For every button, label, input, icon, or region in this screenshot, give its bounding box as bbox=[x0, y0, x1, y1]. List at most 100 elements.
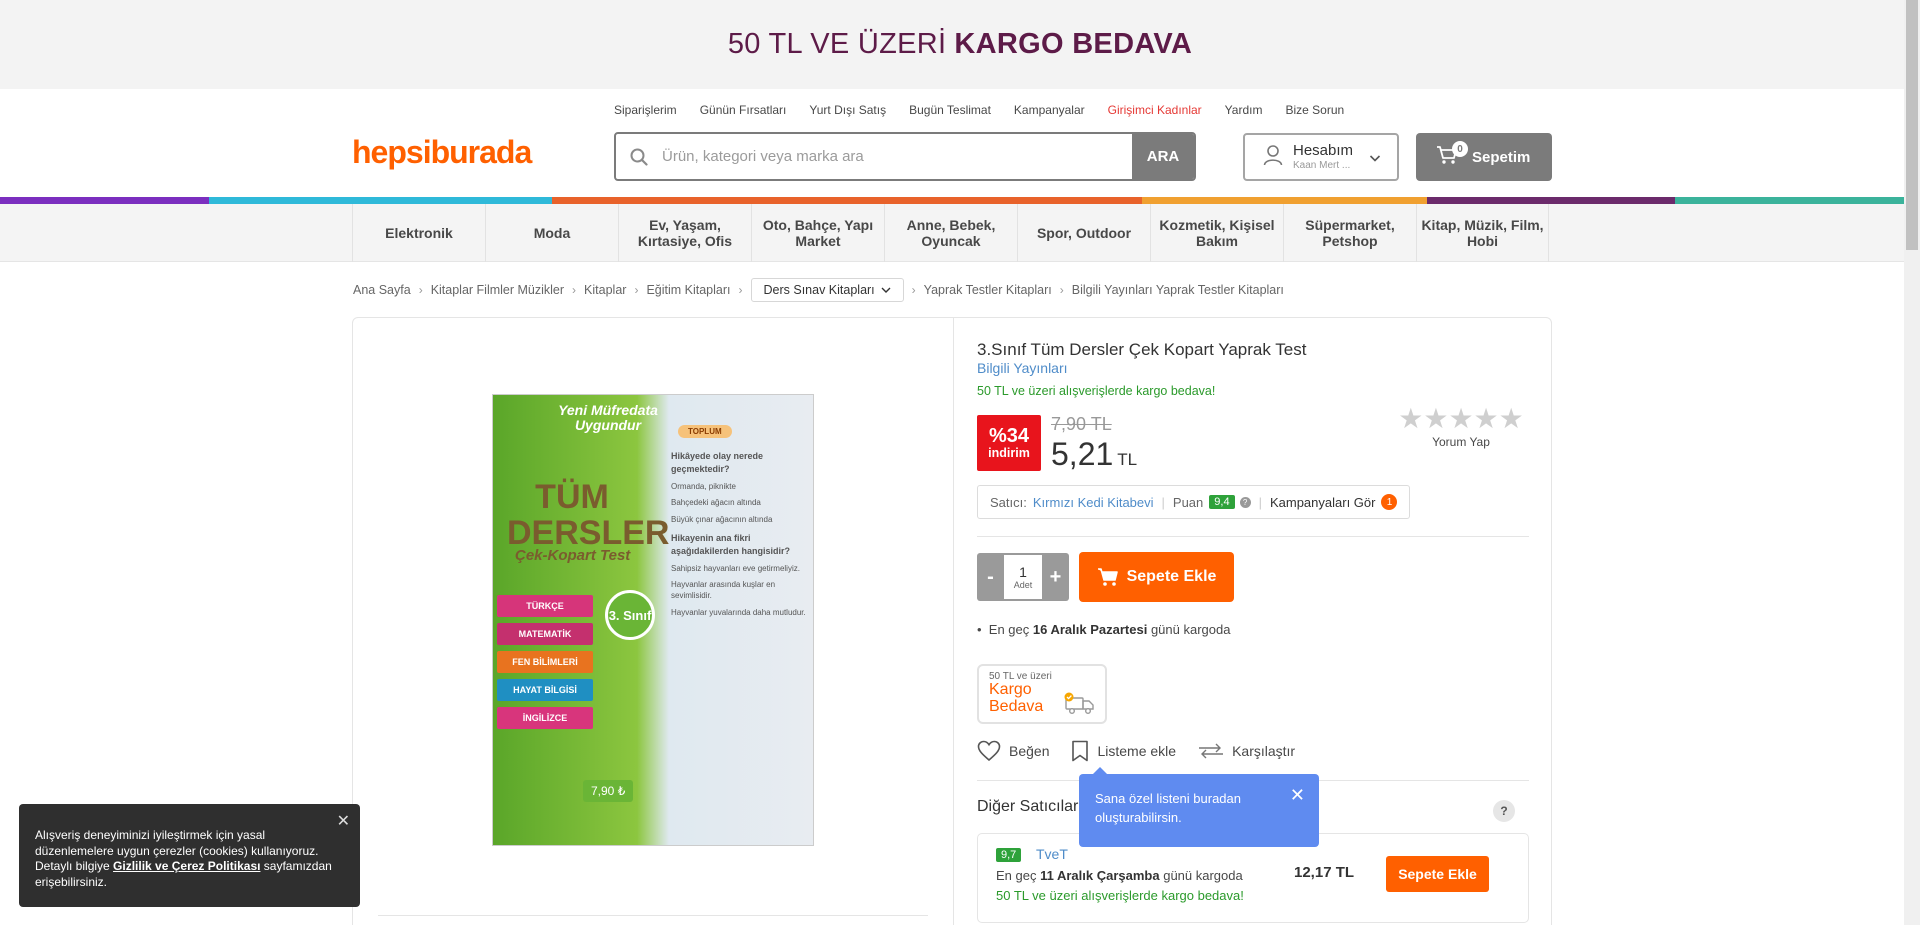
add-to-list-button[interactable]: Listeme ekle bbox=[1071, 740, 1176, 762]
scrollbar[interactable] bbox=[1904, 0, 1920, 925]
seller-label: Satıcı: bbox=[990, 494, 1027, 510]
scrollbar-thumb[interactable] bbox=[1906, 0, 1918, 250]
account-menu[interactable]: Hesabım Kaan Mert ... bbox=[1243, 133, 1399, 181]
privacy-policy-link[interactable]: Gizlilik ve Çerez Politikası bbox=[113, 859, 260, 873]
delivery-prefix: En geç bbox=[988, 622, 1030, 637]
book-line: Bahçedeki ağacın altında bbox=[671, 498, 761, 508]
offer-delivery: En geç 11 Aralık Çarşamba günü kargoda bbox=[996, 868, 1243, 883]
close-icon[interactable]: ✕ bbox=[1290, 786, 1305, 804]
stripe-segment bbox=[1427, 197, 1675, 204]
book-line: Hikayenin ana fikri aşağıdakilerden hang… bbox=[671, 532, 791, 556]
compare-arrows-icon bbox=[1199, 743, 1224, 759]
bookmark-icon bbox=[1072, 740, 1089, 762]
separator: | bbox=[1161, 494, 1165, 510]
breadcrumb-item[interactable]: Bilgili Yayınları Yaprak Testler Kitapla… bbox=[1072, 283, 1284, 297]
category-fashion[interactable]: Moda bbox=[485, 204, 618, 262]
close-icon[interactable]: ✕ bbox=[337, 812, 350, 833]
like-button[interactable]: Beğen bbox=[977, 740, 1049, 762]
top-link-campaigns[interactable]: Kampanyalar bbox=[1014, 103, 1085, 117]
breadcrumb-dropdown[interactable]: Ders Sınav Kitapları bbox=[750, 278, 904, 302]
category-home[interactable]: Ev, Yaşam, Kırtasiye, Ofis bbox=[618, 204, 751, 262]
help-icon[interactable]: ? bbox=[1493, 800, 1515, 822]
promo-banner[interactable]: 50 TL VE ÜZERİ KARGO BEDAVA bbox=[0, 0, 1920, 89]
quantity-decrease-button[interactable]: - bbox=[977, 566, 1004, 589]
seller-score-badge: 9,4 bbox=[1209, 495, 1235, 509]
help-icon[interactable]: ? bbox=[1239, 496, 1251, 508]
product-brand-link[interactable]: Bilgili Yayınları bbox=[977, 360, 1068, 376]
book-line: Hikâyede olay nerede geçmektedir? bbox=[671, 451, 764, 474]
book-subtitle: Çek-Kopart Test bbox=[515, 547, 631, 564]
site-logo[interactable]: hepsiburada bbox=[352, 134, 532, 171]
search-icon bbox=[616, 134, 662, 179]
divider bbox=[378, 915, 928, 916]
offer-price: 12,17 TL bbox=[1294, 864, 1355, 881]
book-tab: MATEMATİK bbox=[497, 623, 593, 645]
book-tab: TÜRKÇE bbox=[497, 595, 593, 617]
breadcrumb-item[interactable]: Yaprak Testler Kitapları bbox=[924, 283, 1052, 297]
review-link[interactable]: Yorum Yap bbox=[1393, 435, 1529, 449]
campaigns-link[interactable]: Kampanyaları Gör bbox=[1270, 495, 1376, 510]
cookie-banner: ✕ Alışveriş deneyiminizi iyileştirmek iç… bbox=[19, 804, 360, 907]
breadcrumb-dropdown-label: Ders Sınav Kitapları bbox=[763, 283, 875, 297]
star-rating-icons: ★★★★★ bbox=[1398, 403, 1524, 434]
chevron-right-icon: › bbox=[738, 283, 743, 297]
color-stripe bbox=[0, 197, 1920, 204]
delivery-suffix: günü kargoda bbox=[1163, 868, 1243, 883]
category-supermarket[interactable]: Süpermarket, Petshop bbox=[1283, 204, 1416, 262]
category-books-music[interactable]: Kitap, Müzik, Film, Hobi bbox=[1416, 204, 1549, 262]
category-sports[interactable]: Spor, Outdoor bbox=[1017, 204, 1150, 262]
cart-button[interactable]: 0 Sepetim bbox=[1416, 133, 1552, 181]
book-header-text: Yeni Müfredata Uygundur bbox=[558, 402, 658, 434]
delivery-date: 11 Aralık Çarşamba bbox=[1040, 868, 1160, 883]
add-to-list-label: Listeme ekle bbox=[1097, 743, 1177, 759]
cart-icon bbox=[1097, 568, 1118, 586]
top-link-help[interactable]: Yardım bbox=[1225, 103, 1263, 117]
product-title: 3.Sınıf Tüm Dersler Çek Kopart Yaprak Te… bbox=[977, 340, 1307, 359]
seller-name-link[interactable]: TveT bbox=[1036, 846, 1068, 862]
other-sellers-title: Diğer Satıcılar bbox=[977, 798, 1079, 815]
offer-free-shipping: 50 TL ve üzeri alışverişlerde kargo beda… bbox=[996, 888, 1244, 903]
free-shipping-note: 50 TL ve üzeri alışverişlerde kargo beda… bbox=[977, 384, 1216, 398]
top-link-ask-us[interactable]: Bize Sorun bbox=[1285, 103, 1344, 117]
top-link-orders[interactable]: Siparişlerim bbox=[614, 103, 677, 117]
rating[interactable]: ★★★★★ Yorum Yap bbox=[1393, 402, 1529, 449]
book-title: TÜM DERSLER bbox=[507, 478, 670, 552]
breadcrumb-item[interactable]: Ana Sayfa bbox=[353, 283, 411, 297]
breadcrumb-item[interactable]: Kitaplar Filmler Müzikler bbox=[431, 283, 564, 297]
add-to-cart-button[interactable]: Sepete Ekle bbox=[1079, 552, 1234, 602]
stripe-segment bbox=[1675, 197, 1920, 204]
breadcrumb-item[interactable]: Eğitim Kitapları bbox=[646, 283, 730, 297]
breadcrumb: Ana Sayfa › Kitaplar Filmler Müzikler › … bbox=[353, 278, 1284, 302]
category-auto-garden[interactable]: Oto, Bahçe, Yapı Market bbox=[751, 204, 884, 262]
delivery-prefix: En geç bbox=[996, 868, 1037, 883]
breadcrumb-item[interactable]: Kitaplar bbox=[584, 283, 626, 297]
search-input[interactable] bbox=[662, 134, 1132, 179]
seller-name-link[interactable]: Kırmızı Kedi Kitabevi bbox=[1033, 495, 1154, 510]
compare-button[interactable]: Karşılaştır bbox=[1198, 743, 1295, 759]
top-link-same-day[interactable]: Bugün Teslimat bbox=[909, 103, 991, 117]
truck-icon bbox=[1063, 692, 1097, 721]
chevron-right-icon: › bbox=[572, 283, 577, 297]
promo-text: 50 TL VE ÜZERİ bbox=[727, 28, 947, 60]
campaigns-count-badge: 1 bbox=[1381, 494, 1398, 510]
search-button[interactable]: ARA bbox=[1132, 134, 1194, 179]
offer-add-to-cart-button[interactable]: Sepete Ekle bbox=[1386, 856, 1489, 892]
account-text: Hesabım Kaan Mert ... bbox=[1293, 143, 1353, 171]
account-user: Kaan Mert ... bbox=[1293, 159, 1351, 171]
category-cosmetics[interactable]: Kozmetik, Kişisel Bakım bbox=[1150, 204, 1283, 262]
book-tab: HAYAT BİLGİSİ bbox=[497, 679, 593, 701]
book-line: Büyük çınar ağacının altında bbox=[671, 515, 773, 525]
top-link-deals[interactable]: Günün Fırsatları bbox=[700, 103, 787, 117]
top-link-women-entrepreneurs[interactable]: Girişimci Kadınlar bbox=[1108, 103, 1202, 117]
quantity-input[interactable]: 1 Adet bbox=[1004, 555, 1042, 599]
product-image[interactable]: Yeni Müfredata Uygundur TOPLUM TÜM DERSL… bbox=[492, 394, 814, 846]
cart-label: Sepetim bbox=[1472, 148, 1531, 166]
separator: | bbox=[1258, 494, 1262, 510]
category-baby-toys[interactable]: Anne, Bebek, Oyuncak bbox=[884, 204, 1017, 262]
category-electronics[interactable]: Elektronik bbox=[352, 204, 485, 262]
book-cover: Yeni Müfredata Uygundur TOPLUM TÜM DERSL… bbox=[492, 394, 814, 846]
delivery-date: 16 Aralık Pazartesi bbox=[1032, 622, 1148, 637]
quantity-increase-button[interactable]: + bbox=[1042, 566, 1069, 589]
top-link-abroad[interactable]: Yurt Dışı Satış bbox=[809, 103, 886, 117]
seller-box: Satıcı: Kırmızı Kedi Kitabevi | Puan 9,4… bbox=[977, 485, 1411, 519]
